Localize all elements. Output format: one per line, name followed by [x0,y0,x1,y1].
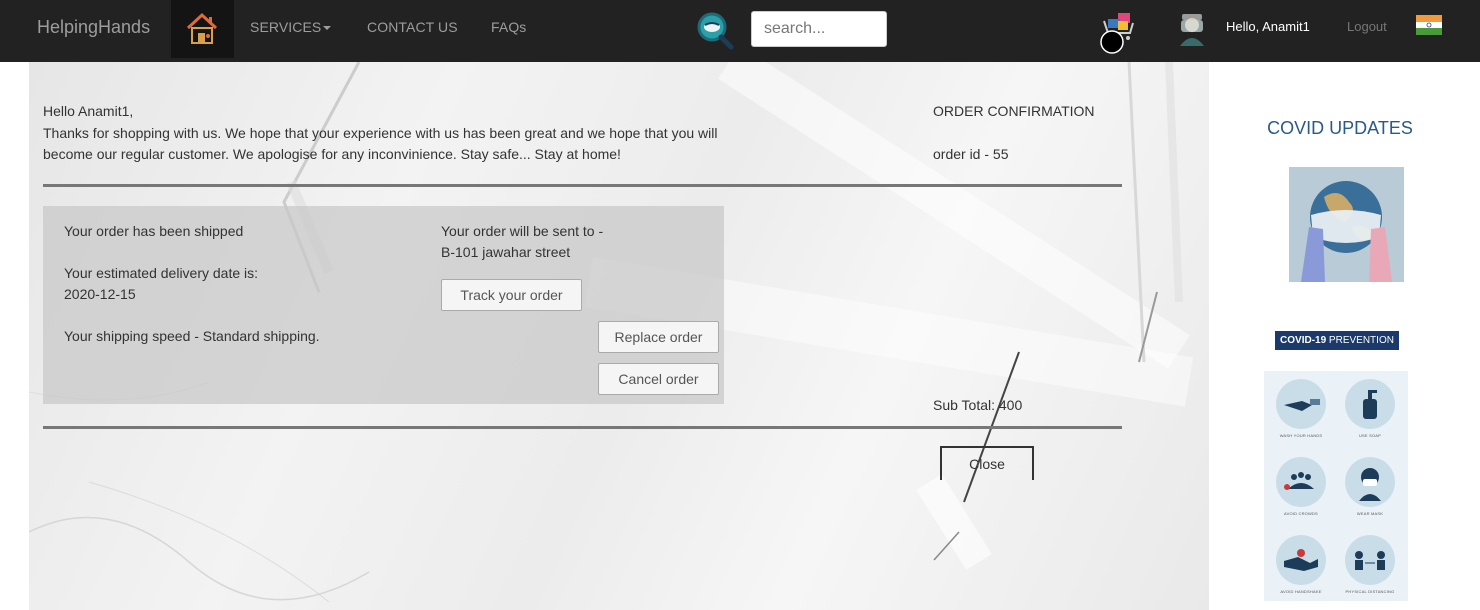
avatar-icon[interactable] [1176,12,1208,46]
shipping-address: B-101 jawahar street [441,244,571,260]
divider-top [43,184,1122,187]
order-confirmation-title: ORDER CONFIRMATION [933,103,1095,119]
prevention-item: WEAR MASK [1340,457,1400,516]
caret-down-icon [323,26,332,31]
brand-link[interactable]: HelpingHands [37,17,150,38]
prevention-item: AVOID CROWDS [1271,457,1331,516]
home-logo-icon[interactable] [171,0,234,58]
wash-hands-icon [1276,379,1326,429]
nav-contact-us[interactable]: CONTACT US [367,19,458,35]
prevention-infographic: WASH YOUR HANDS USE SOAP AVOID CROWDS WE… [1264,371,1408,601]
logout-link[interactable]: Logout [1347,19,1387,34]
shipping-status: Your order has been shipped [64,223,244,239]
prevention-item: USE SOAP [1340,379,1400,438]
india-flag-icon [1416,15,1442,35]
cancel-order-button[interactable]: Cancel order [598,363,719,395]
address-label: Your order will be sent to - [441,223,604,239]
order-details-panel: Your order has been shipped Your estimat… [43,206,724,404]
divider-bottom [43,426,1122,429]
prevention-item: PHYSICAL DISTANCING [1340,535,1400,594]
greeting-text: Hello Anamit1, [43,103,134,119]
soap-icon [1345,379,1395,429]
thank-you-message: Thanks for shopping with us. We hope tha… [43,125,718,162]
order-id: order id - 55 [933,146,1009,162]
delivery-date: 2020-12-15 [64,286,136,302]
mask-search-icon[interactable] [695,10,735,50]
mask-icon [1345,457,1395,507]
nav-services-dropdown[interactable]: SERVICES [250,19,332,35]
prevention-item: WASH YOUR HANDS [1271,379,1331,438]
globe-mask-image [1289,167,1404,282]
track-order-button[interactable]: Track your order [441,279,582,311]
prevention-item: AVOID HANDSHAKE [1271,535,1331,594]
handshake-icon [1276,535,1326,585]
shipping-speed: Your shipping speed - Standard shipping. [64,328,320,344]
navbar: HelpingHands SERVICES CONTACT US FAQs se… [0,0,1480,62]
user-greeting: Hello, Anamit1 [1226,19,1310,34]
covid-updates-title: COVID UPDATES [1267,118,1413,138]
delivery-date-label: Your estimated delivery date is: [64,265,259,281]
search-input[interactable] [751,11,887,47]
replace-order-button[interactable]: Replace order [598,321,719,353]
covid-prevention-banner: COVID-19 PREVENTION [1275,331,1399,350]
cart-icon[interactable] [1100,11,1138,55]
close-button[interactable]: Close [940,446,1034,480]
nav-faqs[interactable]: FAQs [491,19,526,35]
sub-total: Sub Total: 400 [933,397,1023,413]
distancing-icon [1345,535,1395,585]
crowd-icon [1276,457,1326,507]
